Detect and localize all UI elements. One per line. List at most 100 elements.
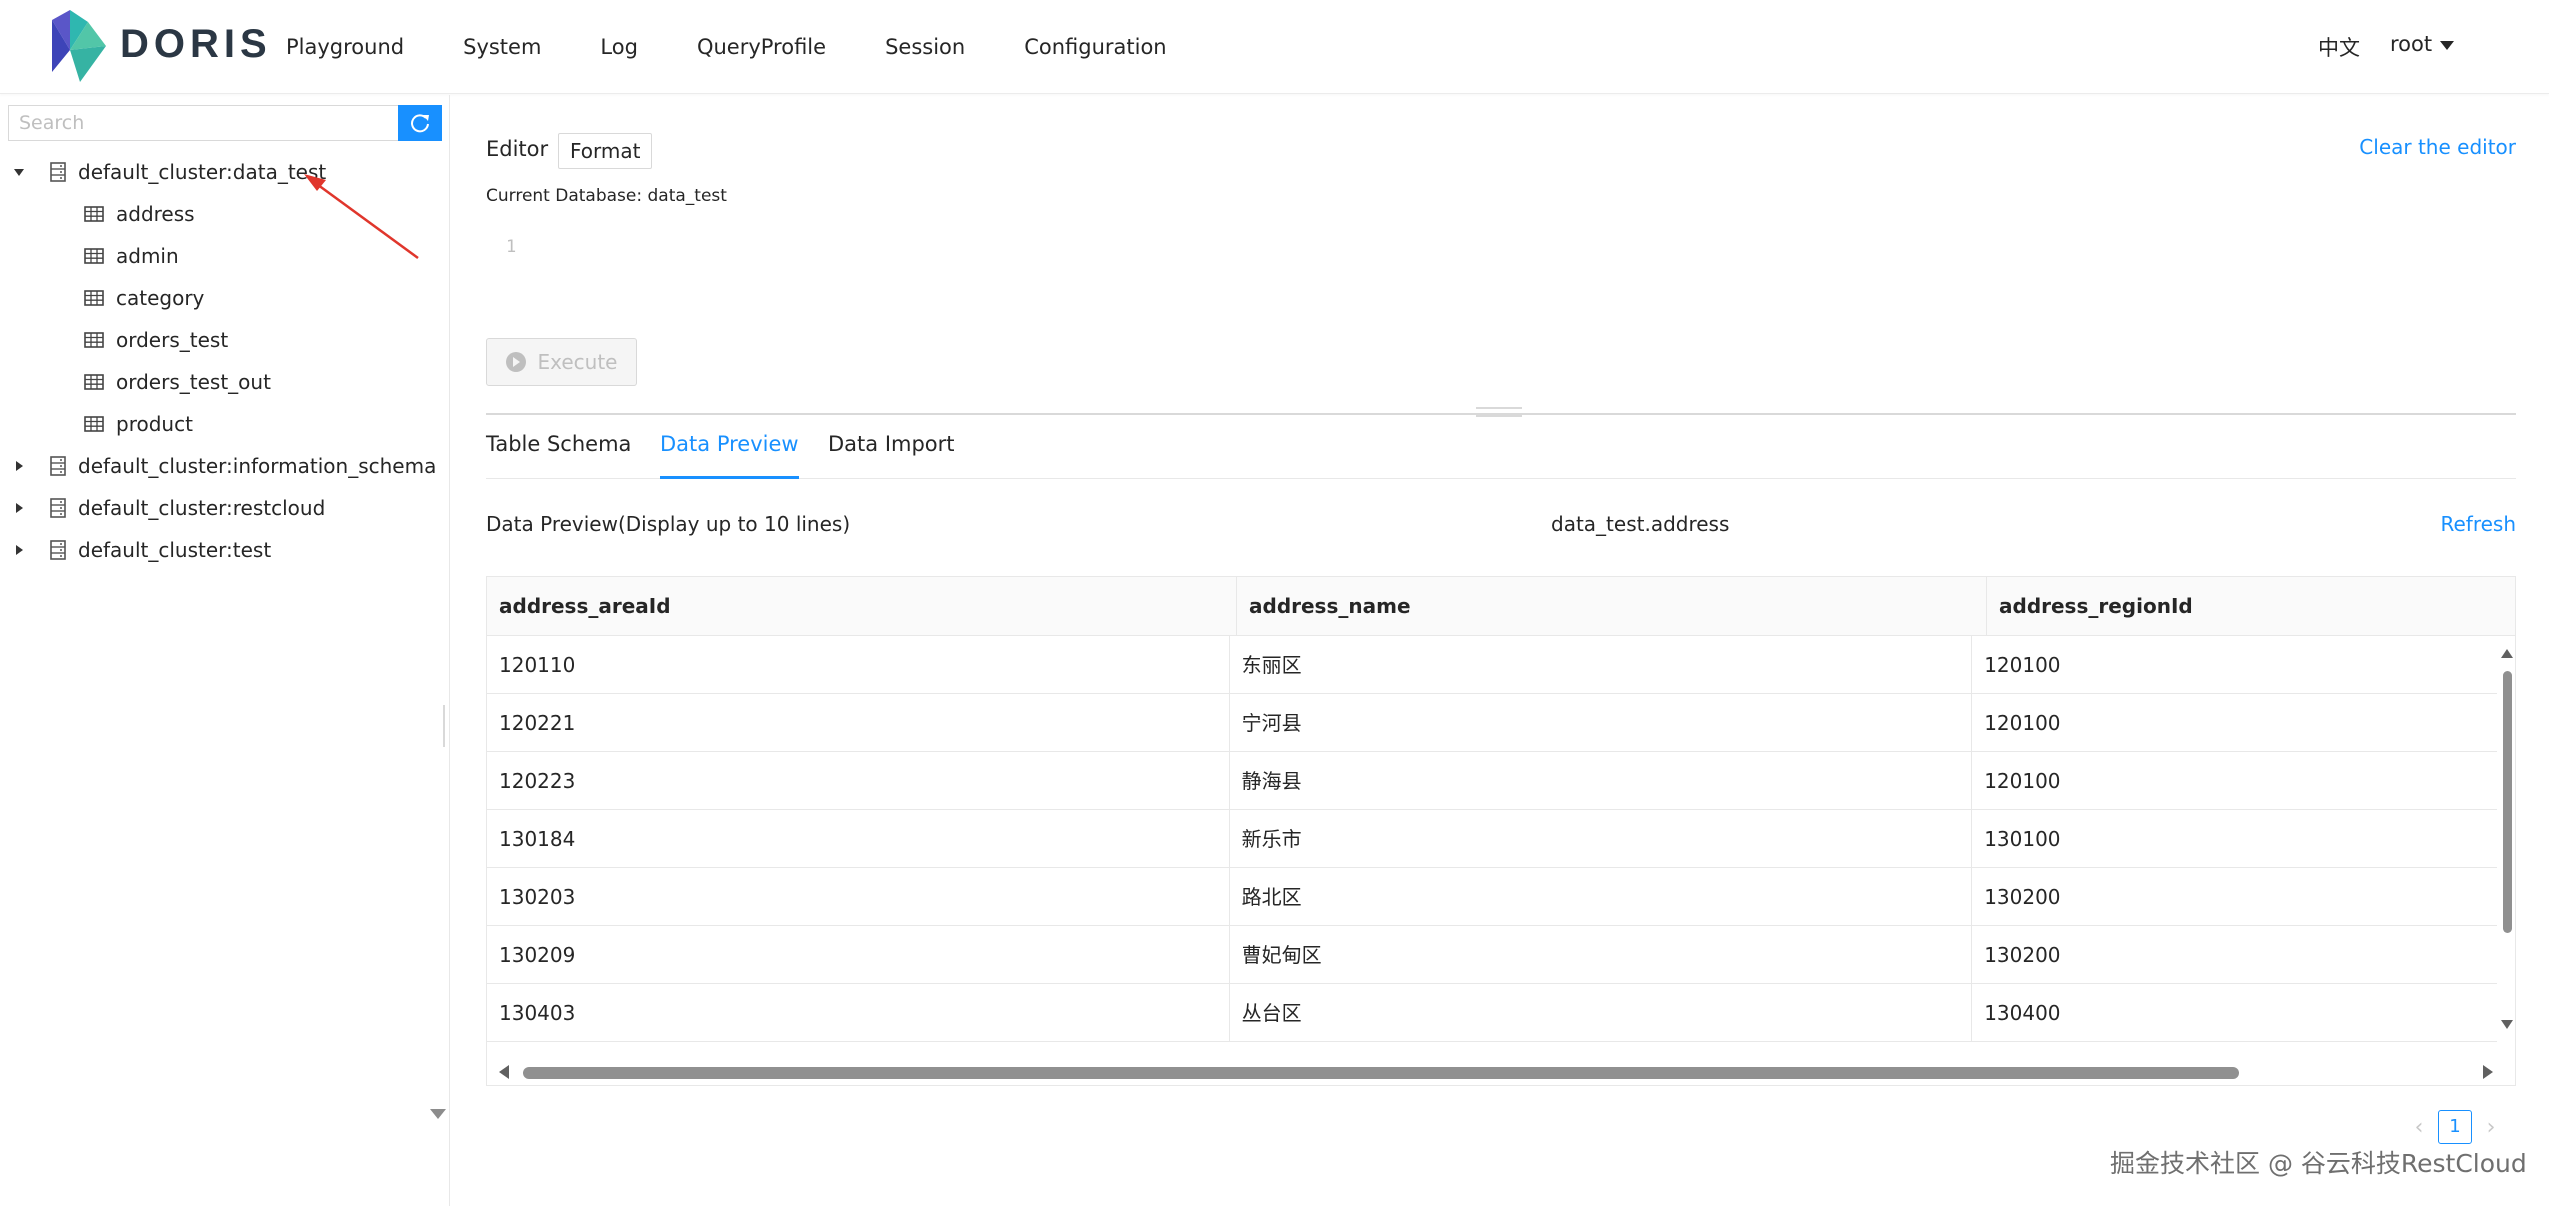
table-cell: 120110 (487, 636, 1230, 694)
database-icon (50, 456, 66, 476)
tree-table-admin[interactable]: admin (0, 235, 450, 277)
tree-table-product[interactable]: product (0, 403, 450, 445)
nav-item-session[interactable]: Session (885, 35, 965, 59)
expand-icon[interactable] (10, 499, 28, 517)
column-header[interactable]: address_name (1237, 577, 1987, 636)
tree-node-test[interactable]: default_cluster:test (0, 529, 450, 571)
nav-item-log[interactable]: Log (600, 35, 638, 59)
table-cell: 130203 (487, 868, 1230, 926)
watermark: 掘金技术社区 @ 谷云科技RestCloud (2110, 1149, 2527, 1178)
scrollbar-thumb[interactable] (2503, 671, 2512, 933)
search-input[interactable] (8, 105, 398, 141)
drag-handle-icon[interactable] (1476, 407, 1522, 417)
editor-line-number: 1 (506, 237, 517, 257)
tree-table-address[interactable]: address (0, 193, 450, 235)
tree-node-information-schema[interactable]: default_cluster:information_schema (0, 445, 450, 487)
table-row: 130209 曹妃甸区 130200 (487, 926, 2497, 984)
table-cell: 120100 (1984, 769, 2061, 793)
scroll-left-icon[interactable] (499, 1065, 509, 1079)
table-cell: 130200 (1984, 885, 2061, 909)
nav-item-system[interactable]: System (463, 35, 541, 59)
table-cell: 130209 (487, 926, 1230, 984)
tree-table-label: product (116, 412, 193, 436)
next-page-icon[interactable]: › (2478, 1115, 2504, 1140)
user-name: root (2390, 32, 2433, 56)
nav-item-configuration[interactable]: Configuration (1024, 35, 1166, 59)
refresh-tree-button[interactable] (398, 105, 442, 141)
table-icon (84, 374, 104, 390)
refresh-link[interactable]: Refresh (2440, 512, 2516, 536)
clear-editor-link[interactable]: Clear the editor (2359, 135, 2516, 159)
table-icon (84, 332, 104, 348)
scroll-down-icon[interactable] (430, 1109, 446, 1119)
brand-name: DORIS (120, 22, 272, 66)
table-cell: 新乐市 (1230, 810, 1973, 868)
language-switch[interactable]: 中文 (2318, 32, 2360, 62)
table-icon (84, 416, 104, 432)
tree-node-label: default_cluster:restcloud (78, 496, 326, 520)
tree-table-label: orders_test_out (116, 370, 271, 394)
tab-data-preview[interactable]: Data Preview (660, 421, 799, 479)
preview-title: Data Preview(Display up to 10 lines) (486, 512, 851, 536)
table-icon (84, 206, 104, 222)
vertical-scrollbar[interactable] (2501, 649, 2513, 1029)
page-number[interactable]: 1 (2438, 1110, 2472, 1144)
table-row: 130184 新乐市 130100 (487, 810, 2497, 868)
nav-item-playground[interactable]: Playground (286, 35, 404, 59)
expand-icon[interactable] (10, 457, 28, 475)
table-body: 120110 东丽区 120100 120221 宁河县 120100 1202… (487, 636, 2497, 1042)
table-cell: 120223 (487, 752, 1230, 810)
table-cell: 120100 (1984, 711, 2061, 735)
playground-main: Editor Format Clear the editor Current D… (486, 95, 2516, 1206)
table-cell: 130400 (1984, 1001, 2061, 1025)
table-cell: 静海县 (1230, 752, 1973, 810)
table-row: 120110 东丽区 120100 (487, 636, 2497, 694)
table-icon (84, 290, 104, 306)
table-header: address_areaId address_name address_regi… (487, 577, 2515, 636)
collapse-icon[interactable] (10, 163, 28, 181)
horizontal-scrollbar[interactable] (499, 1055, 2499, 1085)
refresh-icon (411, 114, 429, 133)
column-header[interactable]: address_areaId (487, 577, 1237, 636)
tab-data-import[interactable]: Data Import (828, 421, 955, 479)
doris-logo-icon (52, 10, 106, 82)
sidebar-resize-handle[interactable] (443, 705, 445, 747)
format-button[interactable]: Format (558, 133, 653, 169)
tree-table-orders-test[interactable]: orders_test (0, 319, 450, 361)
execute-button[interactable]: Execute (486, 338, 637, 386)
database-tree: default_cluster:data_test address admin … (0, 151, 450, 571)
expand-icon[interactable] (10, 541, 28, 559)
nav-item-queryprofile[interactable]: QueryProfile (697, 35, 826, 59)
preview-table-name: data_test.address (1551, 512, 1730, 536)
prev-page-icon[interactable]: ‹ (2406, 1115, 2432, 1140)
column-header[interactable]: address_regionId (1987, 577, 2515, 636)
table-cell: 130184 (487, 810, 1230, 868)
tree-node-restcloud[interactable]: default_cluster:restcloud (0, 487, 450, 529)
table-row: 130403 丛台区 130400 (487, 984, 2497, 1042)
tree-table-category[interactable]: category (0, 277, 450, 319)
top-header: DORIS Playground System Log QueryProfile… (0, 0, 2549, 94)
table-cell: 120221 (487, 694, 1230, 752)
tab-table-schema[interactable]: Table Schema (486, 421, 631, 479)
table-cell: 130200 (1984, 943, 2061, 967)
scroll-up-icon[interactable] (2501, 649, 2513, 658)
tree-node-label: default_cluster:test (78, 538, 272, 562)
caret-down-icon (2440, 40, 2455, 50)
table-icon (84, 248, 104, 264)
play-icon (505, 352, 526, 372)
user-menu[interactable]: root (2390, 32, 2455, 56)
result-tabs: Table Schema Data Preview Data Import (486, 421, 2516, 479)
tree-table-label: admin (116, 244, 179, 268)
scrollbar-thumb[interactable] (523, 1067, 2239, 1079)
table-cell: 曹妃甸区 (1230, 926, 1973, 984)
table-cell: 丛台区 (1230, 984, 1973, 1042)
database-icon (50, 162, 66, 182)
scroll-right-icon[interactable] (2483, 1065, 2493, 1079)
tree-table-orders-test-out[interactable]: orders_test_out (0, 361, 450, 403)
editor-label: Editor (486, 137, 549, 161)
tree-table-label: category (116, 286, 205, 310)
scroll-down-icon[interactable] (2501, 1020, 2513, 1029)
table-cell: 130403 (487, 984, 1230, 1042)
table-cell: 130100 (1984, 827, 2061, 851)
tree-node-data-test[interactable]: default_cluster:data_test (0, 151, 450, 193)
